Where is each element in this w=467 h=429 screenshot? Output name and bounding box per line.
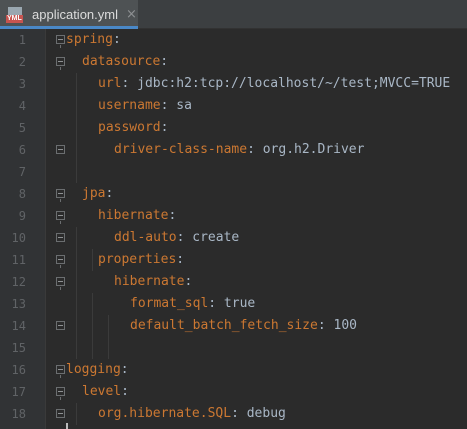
code-line: 18 org.hibernate.SQL: debug (0, 403, 467, 425)
line-number: 1 (18, 33, 26, 47)
code-line: 16 logging: (0, 359, 467, 381)
line-number: 14 (11, 319, 26, 333)
code-line: 8 jpa: (0, 183, 467, 205)
yaml-key: datasource (82, 54, 161, 69)
yaml-key: format_sql (130, 296, 209, 311)
yaml-value: create (184, 230, 240, 245)
yaml-value: sa (168, 98, 192, 113)
yaml-value: debug (238, 406, 286, 421)
fold-close-icon[interactable] (56, 145, 65, 154)
line-number: 16 (11, 363, 26, 377)
yaml-value: 100 (325, 318, 357, 333)
tab-title: application.yml (32, 7, 118, 22)
yaml-value: org.h2.Driver (254, 142, 365, 157)
code-line: 15 (0, 337, 467, 359)
tab-application-yml[interactable]: YML application.yml × (0, 0, 138, 29)
text-caret (66, 423, 68, 429)
code-line: 17 level: (0, 381, 467, 403)
code-line: 11 properties: (0, 249, 467, 271)
code-line: 13 format_sql: true (0, 293, 467, 315)
fold-open-icon[interactable] (56, 57, 65, 70)
code-line: 4 username: sa (0, 95, 467, 117)
line-number: 10 (11, 231, 26, 245)
close-icon[interactable]: × (126, 7, 137, 22)
line-number: 13 (11, 297, 26, 311)
fold-open-icon[interactable] (56, 387, 65, 400)
line-number: 18 (11, 407, 26, 421)
yaml-key: hibernate (114, 274, 185, 289)
fold-open-icon[interactable] (56, 211, 65, 224)
fold-close-icon[interactable] (56, 409, 65, 418)
line-number: 7 (18, 165, 26, 179)
yaml-key: password (98, 120, 161, 135)
line-number: 4 (18, 99, 26, 113)
line-number: 3 (18, 77, 26, 91)
yaml-key: org.hibernate.SQL (98, 406, 232, 421)
line-number: 5 (18, 121, 26, 135)
code-line: 10 ddl-auto: create (0, 227, 467, 249)
line-number: 11 (11, 253, 26, 267)
fold-open-icon[interactable] (56, 35, 65, 48)
yaml-key: hibernate (98, 208, 169, 223)
yaml-key: url (98, 76, 122, 91)
yaml-key: level (82, 384, 122, 399)
fold-open-icon[interactable] (56, 189, 65, 202)
code-line: 2 datasource: (0, 51, 467, 73)
line-number: 17 (11, 385, 26, 399)
code-line: 3 url: jdbc:h2:tcp://localhost/~/test;MV… (0, 73, 467, 95)
yaml-key: jpa (82, 186, 106, 201)
yaml-value: true (216, 296, 256, 311)
yaml-key: ddl-auto (114, 230, 177, 245)
yaml-key: username (98, 98, 161, 113)
line-number: 8 (18, 187, 26, 201)
fold-close-icon[interactable] (56, 321, 65, 330)
line-number: 15 (11, 341, 26, 355)
code-line: 12 hibernate: (0, 271, 467, 293)
fold-open-icon[interactable] (56, 255, 65, 268)
fold-open-icon[interactable] (56, 365, 65, 378)
code-line: 7 (0, 161, 467, 183)
yaml-key: spring (66, 32, 113, 47)
yaml-key: logging (66, 362, 121, 377)
code-line: 14 default_batch_fetch_size: 100 (0, 315, 467, 337)
code-line: 1 spring: (0, 29, 467, 51)
yaml-value: jdbc:h2:tcp://localhost/~/test;MVCC=TRUE (129, 76, 451, 91)
line-number: 9 (18, 209, 26, 223)
line-number: 12 (11, 275, 26, 289)
fold-close-icon[interactable] (56, 233, 65, 242)
code-line: 5 password: (0, 117, 467, 139)
line-number: 6 (18, 143, 26, 157)
line-number: 2 (18, 55, 26, 69)
yaml-key: driver-class-name (114, 142, 248, 157)
fold-open-icon[interactable] (56, 277, 65, 290)
yml-file-icon: YML (6, 6, 26, 23)
editor-tab-bar: YML application.yml × (0, 0, 467, 29)
code-line: 9 hibernate: (0, 205, 467, 227)
yaml-key: properties (98, 252, 177, 267)
code-editor[interactable]: 1 spring: 2 datasource: 3 url: jdbc:h2:t… (0, 29, 467, 429)
yaml-key: default_batch_fetch_size (130, 318, 318, 333)
code-line: 6 driver-class-name: org.h2.Driver (0, 139, 467, 161)
